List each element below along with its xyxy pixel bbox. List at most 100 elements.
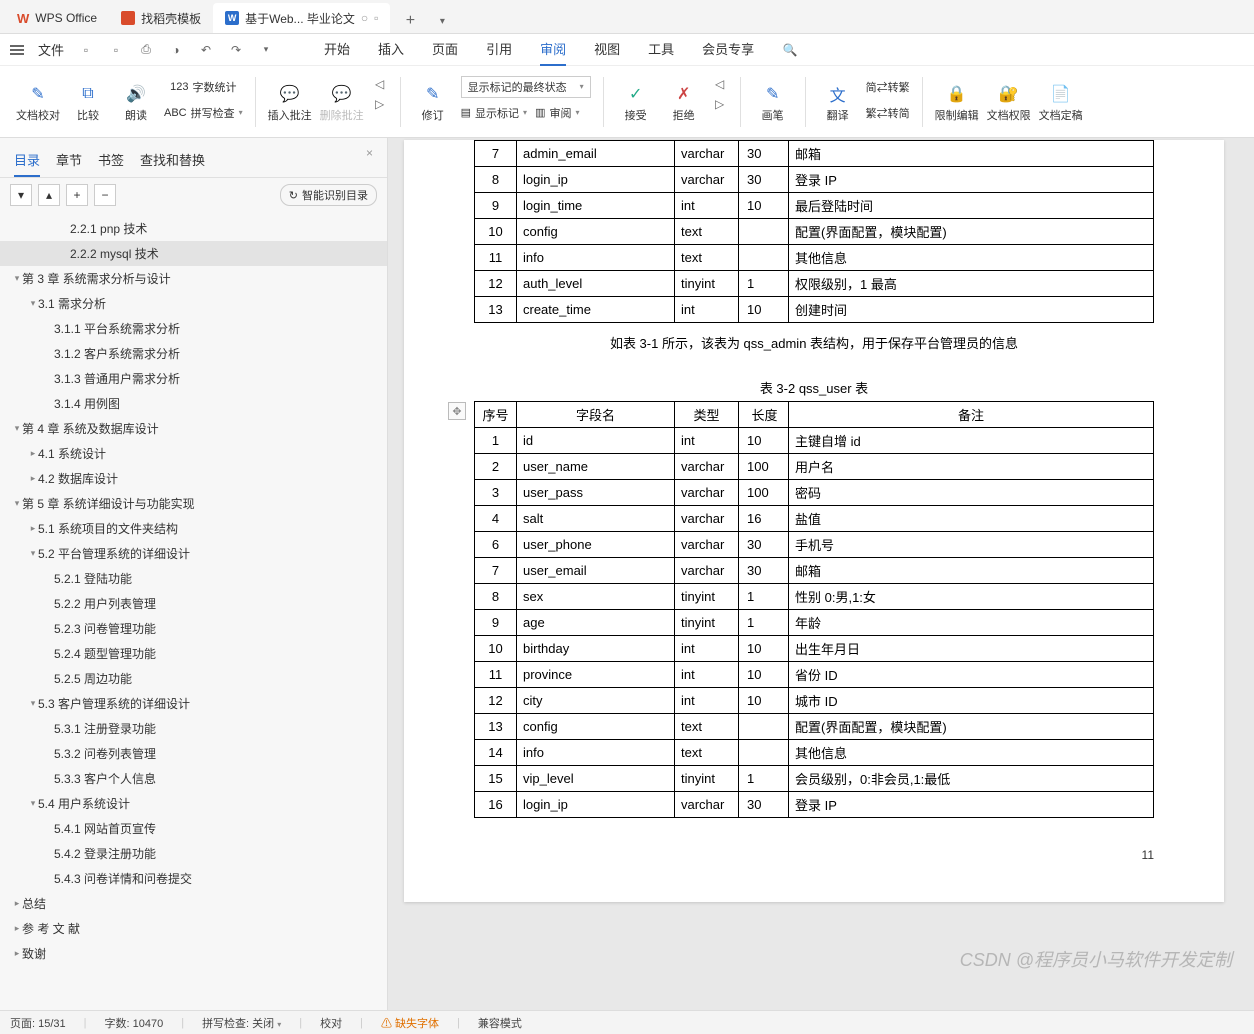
expand-tri-icon[interactable]: ▸ xyxy=(28,448,38,459)
ribbon-tab[interactable]: 会员专享 xyxy=(702,33,754,66)
toc-item[interactable]: ▸致谢 xyxy=(0,941,387,966)
expand-tri-icon[interactable]: ▸ xyxy=(12,948,22,959)
status-missing-font[interactable]: ⚠ 缺失字体 xyxy=(381,1015,439,1031)
document-viewport[interactable]: 7admin_emailvarchar30邮箱8login_ipvarchar3… xyxy=(388,138,1254,1010)
ribbon-tab[interactable]: 工具 xyxy=(648,33,674,66)
toc-item[interactable]: 5.4.3 问卷详情和问卷提交 xyxy=(0,866,387,891)
review-pane-button[interactable]: ▥审阅▾ xyxy=(535,102,579,124)
status-page[interactable]: 页面: 15/31 xyxy=(10,1015,66,1031)
toc-item[interactable]: ▾5.3 客户管理系统的详细设计 xyxy=(0,691,387,716)
toc-item[interactable]: 3.1.2 客户系统需求分析 xyxy=(0,341,387,366)
search-icon[interactable]: 🔍 xyxy=(782,42,798,58)
sidebar-tab[interactable]: 目录 xyxy=(14,146,40,177)
simp-trad-button[interactable]: 简⇄转繁 xyxy=(866,76,910,98)
quick-menu-chevron[interactable]: ▾ xyxy=(258,42,274,58)
save-icon[interactable]: ▫ xyxy=(78,42,94,58)
wordcount-button[interactable]: 123字数统计 xyxy=(164,76,243,98)
ribbon-tab[interactable]: 审阅 xyxy=(540,33,566,66)
toc-item[interactable]: 5.3.2 问卷列表管理 xyxy=(0,741,387,766)
tab-templates[interactable]: 找稻壳模板 xyxy=(109,3,213,33)
toc-item[interactable]: 5.3.3 客户个人信息 xyxy=(0,766,387,791)
compare-button[interactable]: ⧉比较 xyxy=(68,76,108,132)
prev-change-icon[interactable]: ◁ xyxy=(712,76,728,92)
tab-pin-icon[interactable]: ▫ xyxy=(374,11,378,25)
permissions-button[interactable]: 🔐文档权限 xyxy=(987,76,1031,132)
toc-item[interactable]: ▾5.2 平台管理系统的详细设计 xyxy=(0,541,387,566)
file-menu[interactable]: 文件 xyxy=(38,40,64,59)
toc-item[interactable]: ▾第 3 章 系统需求分析与设计 xyxy=(0,266,387,291)
status-compat[interactable]: 兼容模式 xyxy=(478,1015,522,1031)
next-change-icon[interactable]: ▷ xyxy=(712,96,728,112)
restrict-edit-button[interactable]: 🔒限制编辑 xyxy=(935,76,979,132)
toc-item[interactable]: 5.2.3 问卷管理功能 xyxy=(0,616,387,641)
print-icon[interactable]: ⎙ xyxy=(138,42,154,58)
toc-item[interactable]: 5.4.2 登录注册功能 xyxy=(0,841,387,866)
toc-item[interactable]: 3.1.4 用例图 xyxy=(0,391,387,416)
toc-item[interactable]: 5.2.2 用户列表管理 xyxy=(0,591,387,616)
toc-item[interactable]: 5.2.4 题型管理功能 xyxy=(0,641,387,666)
close-sidebar-icon[interactable]: × xyxy=(366,146,373,177)
smart-toc-button[interactable]: ↻智能识别目录 xyxy=(280,184,377,206)
status-spell[interactable]: 拼写检查: 关闭 ▾ xyxy=(202,1015,281,1031)
delete-comment-button[interactable]: 💬删除批注 xyxy=(320,76,364,132)
toc-collapse-button[interactable]: ▾ xyxy=(10,184,32,206)
expand-tri-icon[interactable]: ▸ xyxy=(12,898,22,909)
doc-proof-button[interactable]: ✎文档校对 xyxy=(16,76,60,132)
new-tab-button[interactable]: + xyxy=(398,9,422,33)
ribbon-tab[interactable]: 引用 xyxy=(486,33,512,66)
expand-tri-icon[interactable]: ▸ xyxy=(28,523,38,534)
expand-tri-icon[interactable]: ▾ xyxy=(28,698,38,709)
toc-item[interactable]: ▸5.1 系统项目的文件夹结构 xyxy=(0,516,387,541)
finalize-button[interactable]: 📄文档定稿 xyxy=(1039,76,1083,132)
read-aloud-button[interactable]: 🔊朗读 xyxy=(116,76,156,132)
expand-tri-icon[interactable]: ▾ xyxy=(28,298,38,309)
toc-item[interactable]: 5.4.1 网站首页宣传 xyxy=(0,816,387,841)
toc-remove-button[interactable]: − xyxy=(94,184,116,206)
trad-simp-button[interactable]: 繁⇄转简 xyxy=(866,102,910,124)
spellcheck-button[interactable]: ABC拼写检查▾ xyxy=(164,102,243,124)
toc-item[interactable]: ▾第 5 章 系统详细设计与功能实现 xyxy=(0,491,387,516)
toc-expand-button[interactable]: ▴ xyxy=(38,184,60,206)
sidebar-tab[interactable]: 书签 xyxy=(98,146,124,177)
expand-tri-icon[interactable]: ▾ xyxy=(12,498,22,509)
toc-item[interactable]: ▾3.1 需求分析 xyxy=(0,291,387,316)
toc-item[interactable]: 5.2.5 周边功能 xyxy=(0,666,387,691)
save-as-icon[interactable]: ▫ xyxy=(108,42,124,58)
accept-button[interactable]: ✓接受 xyxy=(616,76,656,132)
expand-tri-icon[interactable]: ▾ xyxy=(12,273,22,284)
expand-tri-icon[interactable]: ▾ xyxy=(12,423,22,434)
show-markup-button[interactable]: ▤显示标记▾ xyxy=(461,102,527,124)
toc-item[interactable]: ▾5.4 用户系统设计 xyxy=(0,791,387,816)
toc-item[interactable]: ▸总结 xyxy=(0,891,387,916)
expand-tri-icon[interactable]: ▾ xyxy=(28,798,38,809)
ribbon-tab[interactable]: 开始 xyxy=(324,33,350,66)
toc-add-button[interactable]: + xyxy=(66,184,88,206)
ribbon-tab[interactable]: 视图 xyxy=(594,33,620,66)
toc-item[interactable]: 2.2.2 mysql 技术 xyxy=(0,241,387,266)
toc-item[interactable]: ▸参 考 文 献 xyxy=(0,916,387,941)
status-proof[interactable]: 校对 xyxy=(320,1015,342,1031)
translate-button[interactable]: 文翻译 xyxy=(818,76,858,132)
ribbon-tab[interactable]: 页面 xyxy=(432,33,458,66)
status-wordcount[interactable]: 字数: 10470 xyxy=(105,1015,164,1031)
ink-button[interactable]: ✎画笔 xyxy=(753,76,793,132)
redo-icon[interactable]: ↷ xyxy=(228,42,244,58)
undo-icon[interactable]: ↶ xyxy=(198,42,214,58)
insert-comment-button[interactable]: 💬插入批注 xyxy=(268,76,312,132)
toc-item[interactable]: 3.1.1 平台系统需求分析 xyxy=(0,316,387,341)
table-anchor-icon[interactable]: ✥ xyxy=(448,402,466,420)
reject-button[interactable]: ✗拒绝 xyxy=(664,76,704,132)
track-changes-button[interactable]: ✎修订 xyxy=(413,76,453,132)
prev-comment-icon[interactable]: ◁ xyxy=(372,76,388,92)
sidebar-tab[interactable]: 章节 xyxy=(56,146,82,177)
toc-item[interactable]: ▸4.1 系统设计 xyxy=(0,441,387,466)
display-mode-dropdown[interactable]: 显示标记的最终状态▾ xyxy=(461,76,591,98)
hamburger-icon[interactable] xyxy=(10,49,24,51)
expand-tri-icon[interactable]: ▸ xyxy=(28,473,38,484)
toc-item[interactable]: 5.2.1 登陆功能 xyxy=(0,566,387,591)
toc-item[interactable]: ▾第 4 章 系统及数据库设计 xyxy=(0,416,387,441)
expand-tri-icon[interactable]: ▾ xyxy=(28,548,38,559)
tab-menu-button[interactable]: ▾ xyxy=(430,9,454,33)
tab-document[interactable]: W 基于Web... 毕业论文 ○ ▫ xyxy=(213,3,390,33)
ribbon-tab[interactable]: 插入 xyxy=(378,33,404,66)
